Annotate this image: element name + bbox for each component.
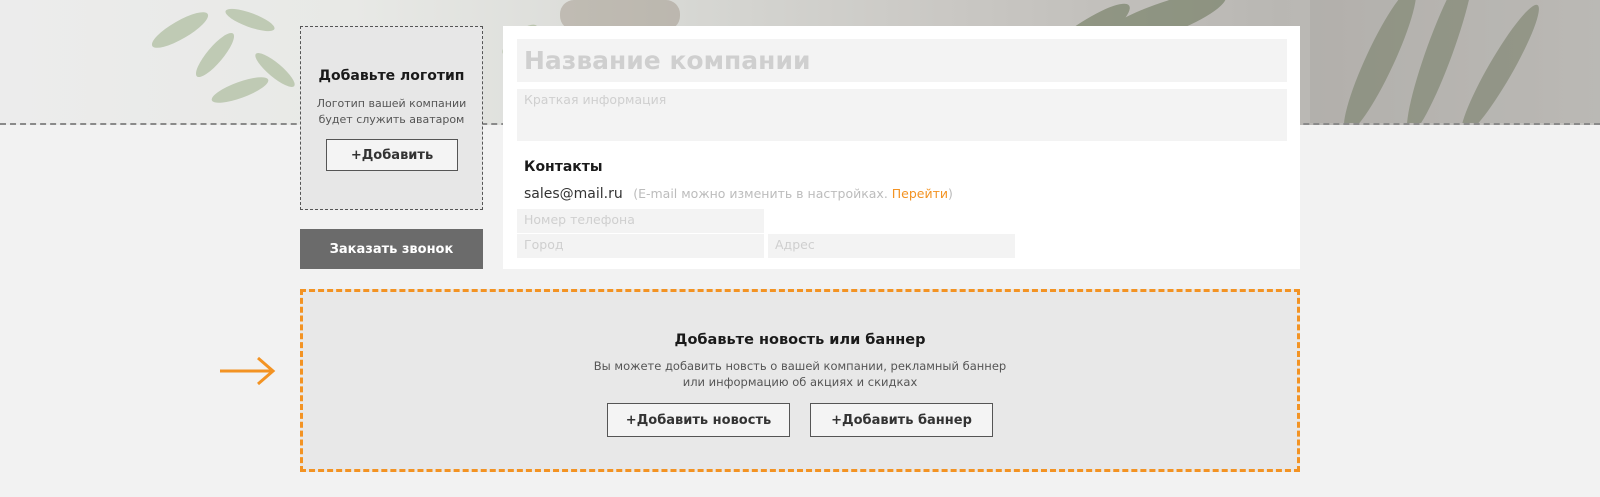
address-field[interactable]: Адрес [768, 234, 1015, 258]
city-field[interactable]: Город [517, 234, 764, 258]
email-note: (E-mail можно изменить в настройках. Пер… [633, 186, 953, 201]
news-description: Вы можете добавить новсть о вашей компан… [303, 358, 1297, 390]
logo-upload-box: Добавьте логотип Логотип вашей компании … [300, 26, 483, 210]
contacts-title: Контакты [524, 159, 603, 175]
company-card: Название компании Краткая информация Кон… [503, 26, 1300, 269]
company-name-field[interactable]: Название компании [517, 39, 1287, 82]
arrow-right-icon [220, 356, 276, 386]
email-note-close: ) [948, 186, 953, 201]
add-logo-button[interactable]: +Добавить [326, 139, 458, 171]
order-call-button[interactable]: Заказать звонок [300, 229, 483, 269]
news-title: Добавьте новость или баннер [674, 332, 926, 348]
logo-title: Добавьте логотип [318, 68, 465, 84]
news-description-line: или информацию об акциях и скидках [682, 375, 918, 389]
email-line: sales@mail.ru (E-mail можно изменить в н… [524, 186, 953, 202]
settings-link[interactable]: Перейти [892, 186, 948, 201]
email-note-text: (E-mail можно изменить в настройках. [633, 186, 892, 201]
phone-field[interactable]: Номер телефона [517, 209, 764, 233]
news-banner-dropzone: Добавьте новость или баннер Вы можете до… [300, 289, 1300, 472]
news-description-line: Вы можете добавить новсть о вашей компан… [593, 359, 1007, 373]
email-value: sales@mail.ru [524, 186, 623, 202]
add-news-button[interactable]: +Добавить новость [607, 403, 790, 437]
logo-description: Логотип вашей компании будет служить ава… [316, 97, 467, 126]
company-info-field[interactable]: Краткая информация [517, 89, 1287, 141]
add-banner-button[interactable]: +Добавить баннер [810, 403, 993, 437]
